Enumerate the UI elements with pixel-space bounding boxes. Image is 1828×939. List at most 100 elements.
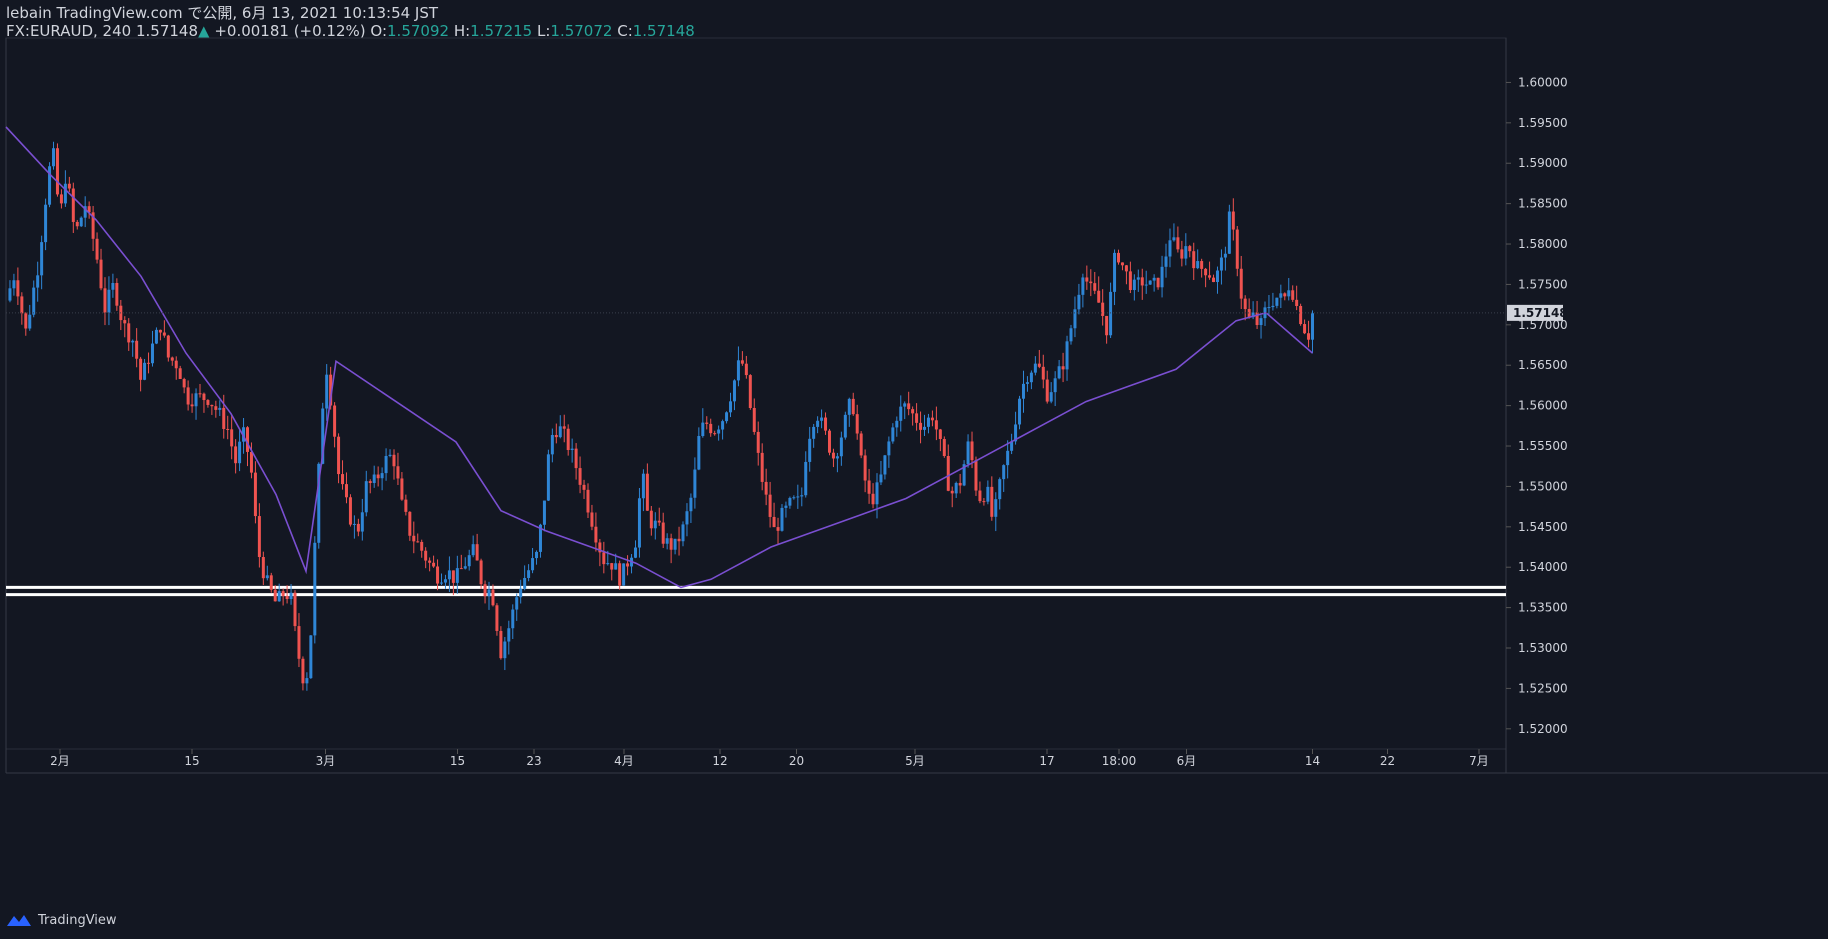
candle-body	[1105, 315, 1109, 336]
candle-body	[1136, 277, 1140, 280]
candle-body	[610, 563, 614, 570]
candle-body	[701, 422, 705, 437]
candle-body	[214, 406, 218, 410]
candle-body	[1152, 277, 1156, 281]
candle-body	[234, 446, 238, 464]
candle-body	[1311, 313, 1314, 340]
candle-body	[661, 522, 665, 544]
candle-body	[665, 538, 669, 544]
candle-body	[689, 497, 693, 512]
candle-body	[71, 188, 75, 222]
candle-body	[28, 314, 32, 329]
candle-body	[891, 427, 895, 442]
candle-body	[550, 434, 554, 455]
candle-body	[1077, 294, 1081, 310]
candle-body	[863, 455, 867, 481]
x-tick-label: 5月	[905, 754, 925, 768]
candle-body	[67, 183, 71, 189]
candle-body	[812, 426, 816, 439]
candle-body	[1101, 302, 1105, 316]
candle-body	[867, 480, 871, 494]
candle-body	[210, 404, 214, 407]
candle-body	[1259, 318, 1263, 326]
candle-body	[978, 490, 982, 502]
candle-body	[479, 560, 483, 585]
candle-body	[578, 468, 582, 485]
candle-body	[1208, 275, 1212, 278]
candle-body	[1029, 372, 1033, 383]
candle-body	[265, 575, 269, 579]
candle-body	[376, 474, 380, 479]
candle-body	[562, 426, 566, 429]
candle-body	[190, 404, 194, 407]
candle-body	[1271, 305, 1275, 308]
candle-body	[32, 287, 36, 315]
candle-body	[451, 570, 455, 583]
candle-body	[994, 499, 998, 517]
candle-body	[831, 452, 835, 459]
candle-body	[309, 635, 313, 679]
candle-body	[226, 428, 230, 430]
candle-body	[1061, 366, 1065, 370]
candle-body	[843, 414, 847, 438]
candle-body	[930, 417, 934, 421]
candle-body	[503, 641, 507, 659]
x-tick-label: 7月	[1469, 754, 1489, 768]
candle-body	[1049, 392, 1053, 402]
candle-body	[392, 454, 396, 467]
candle-body	[986, 486, 990, 502]
candle-body	[131, 340, 135, 343]
tradingview-logo-icon	[7, 915, 31, 926]
candle-body	[566, 428, 570, 451]
candle-body	[970, 441, 974, 461]
candle-body	[717, 429, 721, 434]
candle-body	[1231, 211, 1235, 230]
candle-body	[52, 148, 56, 167]
candle-body	[732, 380, 736, 402]
candle-body	[238, 441, 242, 464]
candle-body	[618, 563, 622, 586]
y-tick-label: 1.60000	[1518, 75, 1568, 89]
candle-body	[368, 481, 372, 483]
candle-body	[626, 563, 630, 567]
candle-body	[950, 490, 954, 494]
price-chart[interactable]: 1.52000 1.52500 1.53000 1.53500 1.54000 1.545…	[0, 0, 1828, 939]
candle-body	[911, 409, 915, 414]
candle-body	[277, 591, 281, 602]
candle-body	[75, 221, 79, 227]
candle-body	[127, 323, 131, 343]
x-tick-label: 23	[526, 754, 541, 768]
candle-body	[673, 538, 677, 550]
candle-body	[341, 474, 345, 485]
candle-body	[768, 494, 772, 517]
candle-body	[942, 438, 946, 457]
candle-body	[178, 368, 182, 380]
candle-body	[396, 466, 400, 479]
candle-body	[1065, 341, 1069, 370]
candle-body	[507, 628, 511, 642]
candle-body	[827, 430, 831, 453]
candle-body	[1089, 281, 1093, 284]
x-tick-label: 2月	[50, 754, 70, 768]
candle-body	[455, 568, 459, 583]
candle-body	[1184, 246, 1188, 259]
candle-body	[954, 482, 958, 494]
candle-body	[443, 579, 447, 583]
candle-body	[645, 473, 649, 511]
candle-body	[257, 516, 261, 558]
candle-body	[325, 374, 329, 409]
candle-body	[400, 478, 404, 500]
x-tick-label: 15	[450, 754, 465, 768]
candle-body	[748, 375, 752, 409]
candle-body	[420, 541, 424, 551]
x-tick-label: 20	[789, 754, 804, 768]
candle-body	[1239, 268, 1243, 299]
candle-body	[1053, 378, 1057, 393]
candle-body	[1073, 309, 1077, 329]
candle-body	[1093, 283, 1097, 291]
candle-body	[1033, 363, 1037, 373]
candle-body	[1124, 265, 1128, 272]
candle-body	[246, 427, 250, 452]
candle-body	[531, 558, 535, 571]
candle-body	[218, 407, 222, 410]
